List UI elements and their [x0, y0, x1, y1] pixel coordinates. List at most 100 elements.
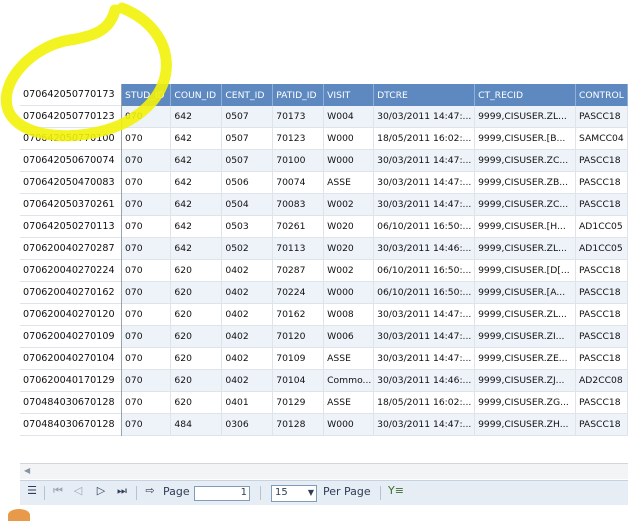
- horizontal-scrollbar[interactable]: ◀: [20, 463, 628, 479]
- table-cell: 0503: [221, 215, 274, 238]
- chevron-down-icon: ▼: [307, 488, 314, 497]
- list-view-icon[interactable]: ☰: [26, 485, 38, 497]
- table-cell: 18/05/2011 16:02:...: [373, 127, 476, 150]
- table-cell: W000: [323, 149, 375, 172]
- row-id-cell[interactable]: 070620040270109: [20, 326, 121, 348]
- table-cell: W006: [323, 325, 375, 348]
- row-id-cell[interactable]: 070642050470083: [20, 172, 121, 194]
- table-cell: 070: [122, 369, 172, 392]
- next-page-icon[interactable]: ▷: [95, 485, 107, 497]
- table-cell: 70173: [272, 106, 325, 128]
- table-cell: 9999,CISUSER.ZC...: [474, 149, 576, 172]
- table-row[interactable]: 070 620 0402 70224 W000 06/10/2011 16:50:... 9…: [122, 281, 628, 304]
- table-cell: 9999,CISUSER.ZI...: [474, 325, 576, 348]
- column-header-dtcre[interactable]: DTCRE: [373, 84, 476, 106]
- table-cell: 0402: [221, 369, 274, 392]
- row-id-cell[interactable]: 070620040270224: [20, 260, 121, 282]
- table-cell: 070: [122, 106, 172, 128]
- table-cell: 0506: [221, 171, 274, 194]
- table-cell: PASCC18: [575, 325, 628, 348]
- table-row[interactable]: 070 642 0503 70261 W020 06/10/2011 16:50:... 9…: [122, 215, 628, 238]
- row-id-cell[interactable]: 070620040270287: [20, 238, 121, 260]
- table-cell: 30/03/2011 14:47:...: [373, 193, 476, 216]
- column-header-patid-id[interactable]: PATID_ID: [272, 84, 325, 106]
- row-id-cell[interactable]: 070620040270104: [20, 348, 121, 370]
- row-id-cell[interactable]: 070620040270162: [20, 282, 121, 304]
- per-page-value: 15: [275, 487, 288, 498]
- table-cell: 070: [122, 413, 172, 436]
- row-id-cell[interactable]: 070620040170129: [20, 370, 121, 392]
- row-id-cell[interactable]: 070484030670128: [20, 392, 121, 414]
- row-id-cell[interactable]: 070484030670128: [20, 414, 121, 436]
- table-cell: 30/03/2011 14:46:...: [373, 237, 476, 260]
- table-row[interactable]: 070 642 0504 70083 W002 30/03/2011 14:47:... 9…: [122, 193, 628, 216]
- table-cell: W000: [323, 413, 375, 436]
- table-cell: 9999,CISUSER.ZE...: [474, 347, 576, 370]
- pager-toolbar: ☰ ⏮ ◁ ▷ ⏭ ⇨ Page 1 15 ▼ Per Page Y≡: [20, 480, 628, 505]
- table-row[interactable]: 070 620 0401 70129 ASSE 18/05/2011 16:02:... 9…: [122, 391, 628, 414]
- table-cell: 070: [122, 391, 172, 414]
- table-cell: 070: [122, 127, 172, 150]
- table-cell: 642: [170, 215, 223, 238]
- table-row[interactable]: 070 620 0402 70162 W008 30/03/2011 14:47:... 9…: [122, 303, 628, 326]
- table-row[interactable]: 070 642 0502 70113 W020 30/03/2011 14:46:... 9…: [122, 237, 628, 260]
- table-cell: 0306: [221, 413, 274, 436]
- table-cell: 0402: [221, 347, 274, 370]
- table-cell: 620: [170, 281, 223, 304]
- column-header-stud-id[interactable]: STUD_ID: [122, 84, 172, 106]
- table-cell: 070: [122, 149, 172, 172]
- filter-icon[interactable]: Y≡: [388, 485, 404, 497]
- row-id-cell[interactable]: 070642050270113: [20, 216, 121, 238]
- table-row[interactable]: 070 620 0402 70287 W002 06/10/2011 16:50:... 9…: [122, 259, 628, 282]
- scroll-left-arrow-icon[interactable]: ◀: [24, 466, 30, 475]
- per-page-select[interactable]: 15 ▼: [271, 485, 317, 502]
- first-page-icon[interactable]: ⏮: [52, 485, 64, 497]
- frozen-header-id[interactable]: 070642050770173: [20, 84, 121, 106]
- column-header-control[interactable]: CONTROL: [575, 84, 628, 106]
- page-number-input[interactable]: 1: [194, 486, 250, 501]
- table-cell: 0504: [221, 193, 274, 216]
- table-cell: 070: [122, 259, 172, 282]
- row-id-cell[interactable]: 070620040270120: [20, 304, 121, 326]
- grid-main: STUD_ID COUN_ID CENT_ID PATID_ID VISIT DTCRE C…: [122, 84, 628, 436]
- table-cell: 620: [170, 259, 223, 282]
- table-row[interactable]: 070 620 0402 70109 ASSE 30/03/2011 14:47:... 9…: [122, 347, 628, 370]
- table-cell: 0507: [221, 106, 274, 128]
- table-cell: 70074: [272, 171, 325, 194]
- separator: [380, 486, 381, 500]
- table-cell: 9999,CISUSER.ZJ...: [474, 369, 576, 392]
- table-row[interactable]: 070 642 0506 70074 ASSE 30/03/2011 14:47:... 9…: [122, 171, 628, 194]
- table-cell: 30/03/2011 14:47:...: [373, 303, 476, 326]
- table-cell: 30/03/2011 14:46:...: [373, 369, 476, 392]
- table-row[interactable]: 070 642 0507 70123 W000 18/05/2011 16:02:... 9…: [122, 127, 628, 150]
- column-header-coun-id[interactable]: COUN_ID: [170, 84, 223, 106]
- table-cell: 0402: [221, 325, 274, 348]
- table-cell: 70261: [272, 215, 325, 238]
- go-to-page-icon[interactable]: ⇨: [144, 485, 156, 497]
- table-cell: 30/03/2011 14:47:...: [373, 413, 476, 436]
- table-row[interactable]: 070 484 0306 70128 W000 30/03/2011 14:47:... 9…: [122, 413, 628, 436]
- table-cell: 30/03/2011 14:47:...: [373, 347, 476, 370]
- table-cell: 620: [170, 391, 223, 414]
- table-cell: 70104: [272, 369, 325, 392]
- row-id-cell[interactable]: 070642050670074: [20, 150, 121, 172]
- last-page-icon[interactable]: ⏭: [116, 485, 128, 497]
- row-id-cell[interactable]: 070642050770100: [20, 128, 121, 150]
- table-cell: 70224: [272, 281, 325, 304]
- row-id-cell[interactable]: 070642050770123: [20, 106, 121, 128]
- column-header-visit[interactable]: VISIT: [323, 84, 375, 106]
- table-row[interactable]: 070 642 0507 70173 W004 30/03/2011 14:47:... 9…: [122, 106, 628, 128]
- table-cell: 070: [122, 347, 172, 370]
- previous-page-icon[interactable]: ◁: [72, 485, 84, 497]
- table-cell: 70113: [272, 237, 325, 260]
- row-id-cell[interactable]: 070642050370261: [20, 194, 121, 216]
- table-row[interactable]: 070 620 0402 70120 W006 30/03/2011 14:47:... 9…: [122, 325, 628, 348]
- table-cell: 484: [170, 413, 223, 436]
- table-row[interactable]: 070 642 0507 70100 W000 30/03/2011 14:47:... 9…: [122, 149, 628, 172]
- column-header-ct-recid[interactable]: CT_RECID: [474, 84, 576, 106]
- table-cell: 0402: [221, 259, 274, 282]
- table-cell: PASCC18: [575, 259, 628, 282]
- table-cell: 9999,CISUSER.[H...: [474, 215, 576, 238]
- column-header-cent-id[interactable]: CENT_ID: [221, 84, 274, 106]
- table-row[interactable]: 070 620 0402 70104 Commo... 30/03/2011 14:46:…: [122, 369, 628, 392]
